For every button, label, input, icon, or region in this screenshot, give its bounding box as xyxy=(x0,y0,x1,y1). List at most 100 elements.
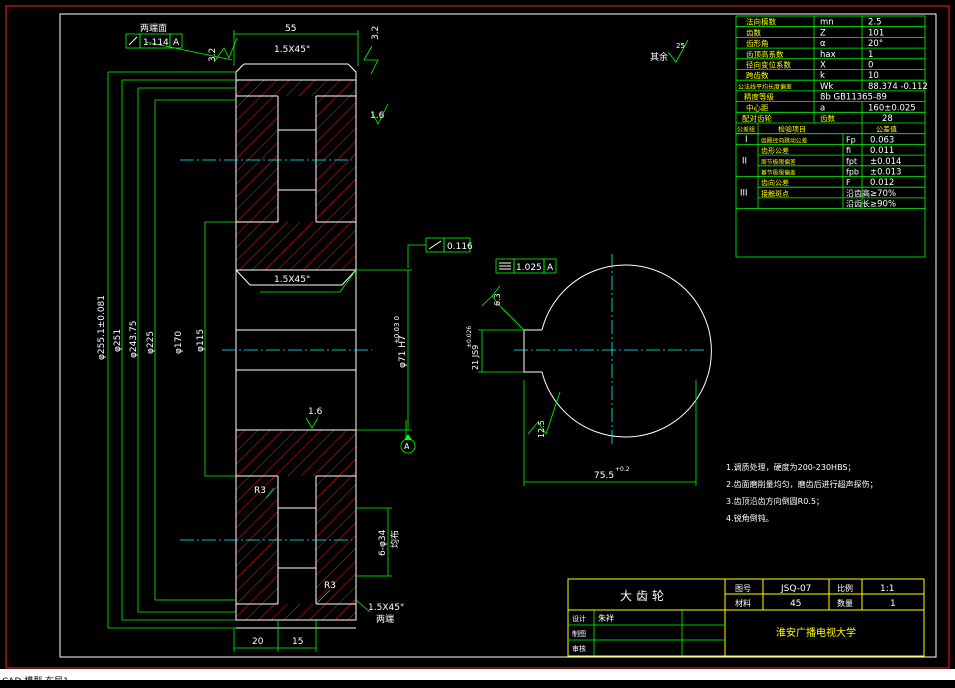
param-row-6-name: 公法线平均长度偏差 xyxy=(738,83,792,91)
dim-bottom-15: 15 xyxy=(292,637,303,647)
tol-header-value: 公差值 xyxy=(876,125,897,134)
runout-top-ref: A xyxy=(173,38,180,48)
param-row-4-name: 径向变位系数 xyxy=(746,60,791,70)
scale: 1:1 xyxy=(880,584,894,594)
param-row-6-symbol: Wk xyxy=(820,82,833,92)
tol-row-4-item: 齿向公差 xyxy=(761,178,789,187)
tol-row-6-symbol: 沿齿长 xyxy=(846,199,870,209)
param-row-3-symbol: hax xyxy=(820,50,836,60)
status-bar-text: CAD 模型 布局1 xyxy=(2,677,69,687)
note-1: 1.调质处理，硬度为200-230HBS； xyxy=(726,462,856,472)
school-name: 淮安广播电视大学 xyxy=(776,626,856,639)
dim-d115: φ115 xyxy=(196,329,206,352)
note-2: 2.齿面磨削量均匀，磨齿后进行超声探伤； xyxy=(726,479,878,489)
drawn-label: 制图 xyxy=(572,629,586,638)
part-name: 大齿轮 xyxy=(620,589,668,603)
sym-tol-ref: A xyxy=(547,263,554,273)
param-row-2-value: 20° xyxy=(868,39,883,49)
tol-row-1-value: 0.011 xyxy=(870,146,894,156)
design-label: 设计 xyxy=(572,614,586,623)
tol-row-5-item: 接触斑点 xyxy=(761,189,789,198)
runout-top-value: 1.114 xyxy=(143,38,169,48)
tol-row-3-value: ±0.013 xyxy=(870,168,901,178)
qty-label: 数量 xyxy=(837,598,853,608)
runout-icon xyxy=(128,36,138,46)
inner-frame xyxy=(59,13,937,658)
dim-holes: 6-φ34 xyxy=(378,529,388,556)
param-row-0-symbol: mn xyxy=(820,18,834,28)
tol-header-group: 公差组 xyxy=(737,126,755,134)
material: 45 xyxy=(790,599,801,609)
tol-row-1-symbol: fi xyxy=(846,146,851,155)
tol-row-0-item: 齿圈径向跳动公差 xyxy=(761,136,808,144)
dim-r3-left: R3 xyxy=(254,486,266,496)
label-face-bottom: 两端 xyxy=(376,613,394,625)
tol-row-1-item: 齿形公差 xyxy=(761,146,789,155)
param-row-4-value: 0 xyxy=(868,61,873,71)
qty: 1 xyxy=(890,599,896,609)
title-block: 大齿轮 图号 JSQ-07 比例 1:1 材料 45 数量 1 设计 朱祥 制图… xyxy=(567,578,925,657)
param-row-6-value: 88.374 -0.112 xyxy=(868,82,928,92)
runout-mid-value: 0.116 xyxy=(447,242,473,252)
tol-group-III: III xyxy=(740,189,748,199)
dim-holes-note: 均布 xyxy=(389,530,401,548)
tol-row-4-value: 0.012 xyxy=(870,178,894,188)
param-row-4-symbol: X xyxy=(820,61,826,71)
param-row-2-name: 齿形角 xyxy=(746,38,769,48)
param-row-2-symbol: α xyxy=(820,39,826,49)
parameter-table: 法向模数 mn 2.5 齿数 Z 101 齿形角 α 20° 齿顶高系数 hax 1 径向变位系数 X 0 跨… xyxy=(735,15,928,258)
technical-notes: 1.调质处理，硬度为200-230HBS； 2.齿面磨削量均匀，磨齿后进行超声探… xyxy=(726,462,878,523)
rough-mid: 1.6 xyxy=(308,407,323,417)
dim-d243: φ243.75 xyxy=(129,321,139,358)
scale-label: 比例 xyxy=(837,583,853,593)
check-label: 审核 xyxy=(572,644,586,653)
tol-row-0-symbol: Fp xyxy=(846,135,856,144)
tol-header-item: 检验项目 xyxy=(778,125,806,134)
tol-row-0-value: 0.063 xyxy=(870,135,894,145)
tol-row-5-value: ≥70% xyxy=(870,189,896,199)
param-row-3-value: 1 xyxy=(868,50,873,60)
tol-row-2-value: ±0.014 xyxy=(870,157,901,167)
designer: 朱祥 xyxy=(598,613,614,623)
dim-d251: φ251 xyxy=(113,329,123,352)
dim-bore-tol: +0.03 0 xyxy=(393,316,401,344)
dim-key-depth-tol: +0.2 xyxy=(615,466,630,473)
dim-chamfer-top: 1.5X45° xyxy=(274,45,310,55)
runout-mid-icon xyxy=(428,240,442,250)
tol-row-3-symbol: fpb xyxy=(846,168,859,177)
status-bar: CAD 模型 布局1 xyxy=(0,669,955,687)
note-3: 3.齿顶沿齿方向倒圆R0.5； xyxy=(726,496,824,506)
dim-d170: φ170 xyxy=(174,331,184,354)
param-row-0-name: 法向模数 xyxy=(746,17,776,27)
sym-tol-value: 1.025 xyxy=(516,263,542,273)
rough-right: 1.6 xyxy=(370,111,385,121)
dim-r3-right: R3 xyxy=(324,581,336,591)
tol-group-II: II xyxy=(742,156,747,166)
param-row-7-symbol: 8b GB11365-89 xyxy=(820,93,887,103)
dim-key-depth: 75.5 xyxy=(594,471,614,481)
pair-gear-sub: 齿数 xyxy=(820,113,835,123)
rough-keyway: 6.3 xyxy=(493,293,502,306)
pair-gear-label: 配对齿轮 xyxy=(742,113,772,123)
datum-a: A xyxy=(404,442,410,451)
tol-row-2-symbol: fpt xyxy=(846,157,857,166)
dim-tip-diameter: φ255.1±0.081 xyxy=(97,295,107,360)
dim-offset-right: 3.2 xyxy=(371,26,381,40)
rest-roughness: 其余 25 xyxy=(650,39,689,63)
drawing-no: JSQ-07 xyxy=(780,584,811,594)
tol-row-6-value: ≥90% xyxy=(870,200,896,210)
symmetry-icon xyxy=(499,262,511,270)
rest-rough-label: 其余 xyxy=(650,51,668,63)
param-row-5-value: 10 xyxy=(868,71,879,81)
drawing-canvas: 55 1.5X45° 1.5X45° 1.5X45° 3.2 3.2 1.6 1… xyxy=(5,5,950,669)
tol-group-I: I xyxy=(745,135,748,145)
param-row-8-name: 中心距 xyxy=(746,102,769,112)
dim-chamfer-bottom: 1.5X45° xyxy=(368,603,404,613)
dim-offset-left: 3.2 xyxy=(208,48,218,62)
dim-d225: φ225 xyxy=(146,331,156,354)
rough-bore: 12.5 xyxy=(537,420,546,438)
dim-bottom-20: 20 xyxy=(252,637,264,647)
param-row-3-name: 齿顶高系数 xyxy=(746,49,784,59)
note-4: 4.锐角倒钝。 xyxy=(726,513,774,523)
param-row-7-name: 精度等级 xyxy=(744,92,774,102)
